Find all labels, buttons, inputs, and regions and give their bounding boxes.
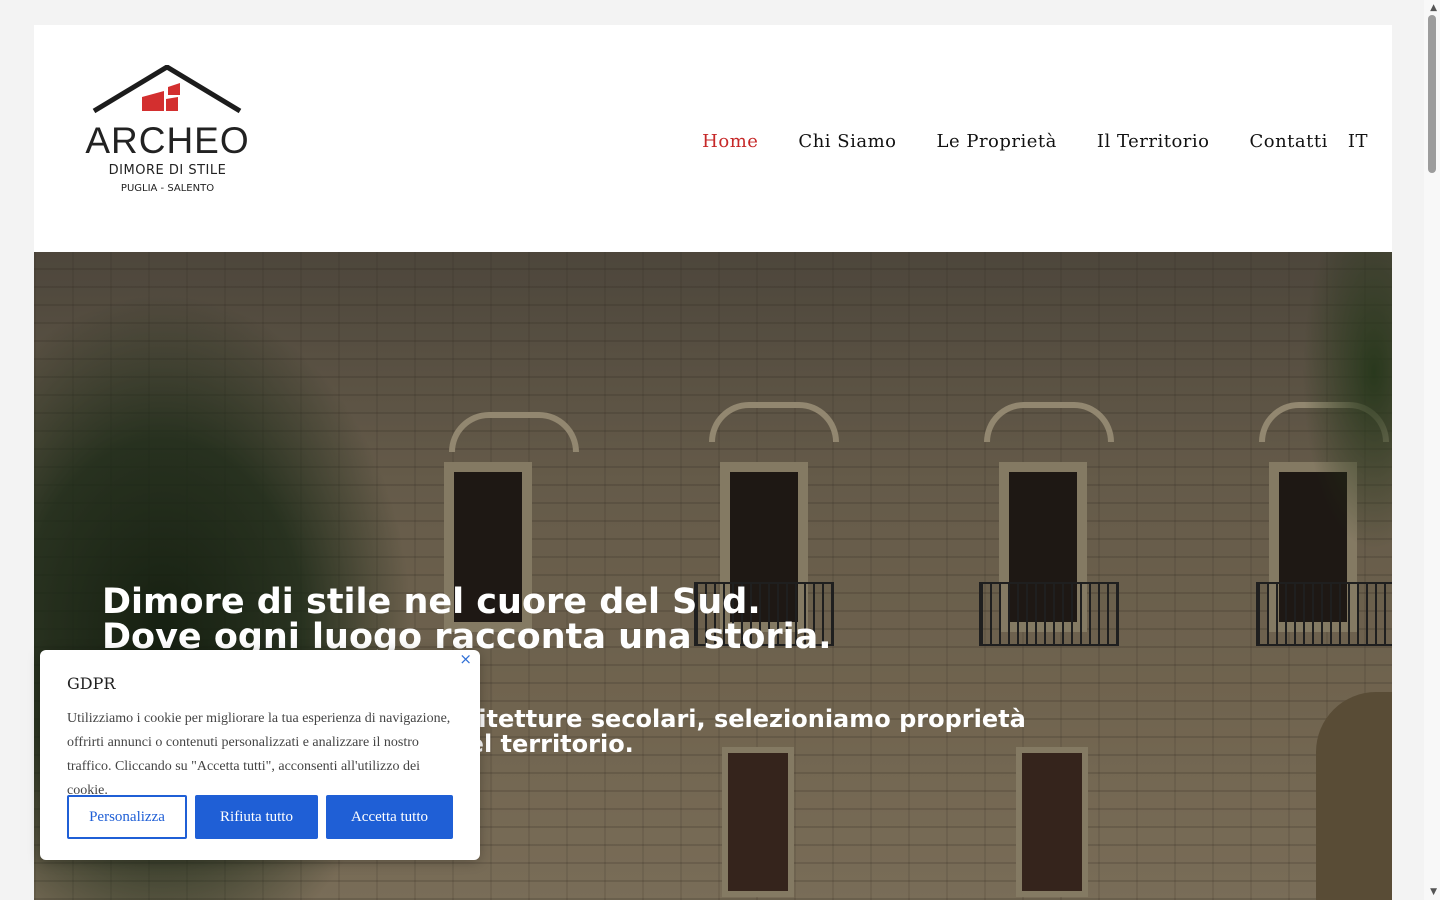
cookie-consent-dialog: × GDPR Utilizziamo i cookie per migliora… — [40, 650, 480, 860]
hero-title-line1: Dimore di stile nel cuore del Sud. — [102, 582, 761, 622]
nav-item-proprieta[interactable]: Le Proprietà — [937, 131, 1057, 152]
logo-location: PUGLIA - SALENTO — [120, 183, 215, 194]
gdpr-message: Utilizziamo i cookie per migliorare la t… — [67, 711, 451, 798]
logo-subtitle: DIMORE DI STILE — [108, 163, 227, 178]
scrollbar-thumb[interactable] — [1428, 15, 1436, 173]
house-roof-logo-icon — [92, 65, 242, 114]
logo-title: ARCHEO — [85, 120, 250, 161]
nav-item-contatti[interactable]: Contatti — [1249, 131, 1327, 152]
nav-item-territorio[interactable]: Il Territorio — [1097, 131, 1210, 152]
gdpr-buttons: Personalizza Rifiuta tutto Accetta tutto — [67, 795, 453, 839]
language-switcher[interactable]: IT — [1348, 131, 1368, 152]
main-nav: Home Chi Siamo Le Proprietà Il Territori… — [662, 131, 1368, 152]
site-header: ARCHEO DIMORE DI STILE PUGLIA - SALENTO … — [34, 25, 1392, 252]
scroll-down-icon[interactable]: ▼ — [1430, 887, 1437, 897]
reject-all-button[interactable]: Rifiuta tutto — [195, 795, 318, 839]
hero-title: Dimore di stile nel cuore del Sud. Dove … — [102, 585, 1002, 655]
accept-all-button[interactable]: Accetta tutto — [326, 795, 453, 839]
page-scrollbar[interactable]: ▲ ▼ — [1424, 0, 1440, 900]
close-icon[interactable]: × — [459, 650, 472, 668]
scroll-up-icon[interactable]: ▲ — [1430, 3, 1437, 13]
nav-item-chi-siamo[interactable]: Chi Siamo — [798, 131, 896, 152]
site-logo[interactable]: ARCHEO DIMORE DI STILE PUGLIA - SALENTO — [80, 65, 255, 205]
customize-button[interactable]: Personalizza — [67, 795, 187, 839]
gdpr-title: GDPR — [67, 674, 116, 693]
nav-item-home[interactable]: Home — [702, 131, 758, 152]
